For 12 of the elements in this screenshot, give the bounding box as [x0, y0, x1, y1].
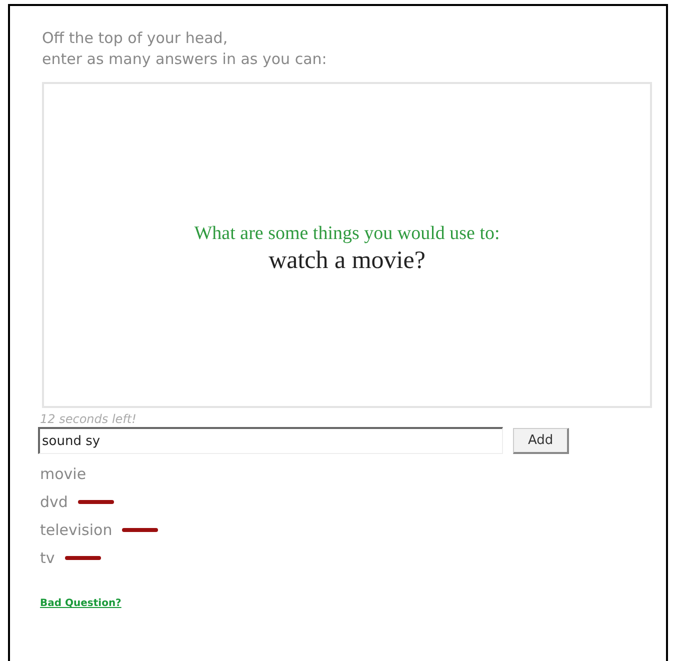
- answer-field[interactable]: sound sy: [38, 427, 503, 454]
- question-subject: watch a movie?: [268, 247, 426, 275]
- answer-text: dvd: [40, 493, 68, 511]
- answer-text: tv: [40, 549, 55, 567]
- answer-text: television: [40, 521, 112, 539]
- timer-text: 12 seconds left!: [40, 412, 138, 426]
- add-button[interactable]: Add: [513, 428, 570, 454]
- bad-question-link[interactable]: Bad Question?: [40, 598, 122, 609]
- answer-text: movie: [40, 465, 86, 483]
- instruction-text: Off the top of your head,: [42, 28, 229, 49]
- instruction-text: enter as many answers in as you can:: [42, 49, 328, 70]
- question-prompt: What are some things you would use to:: [194, 223, 500, 245]
